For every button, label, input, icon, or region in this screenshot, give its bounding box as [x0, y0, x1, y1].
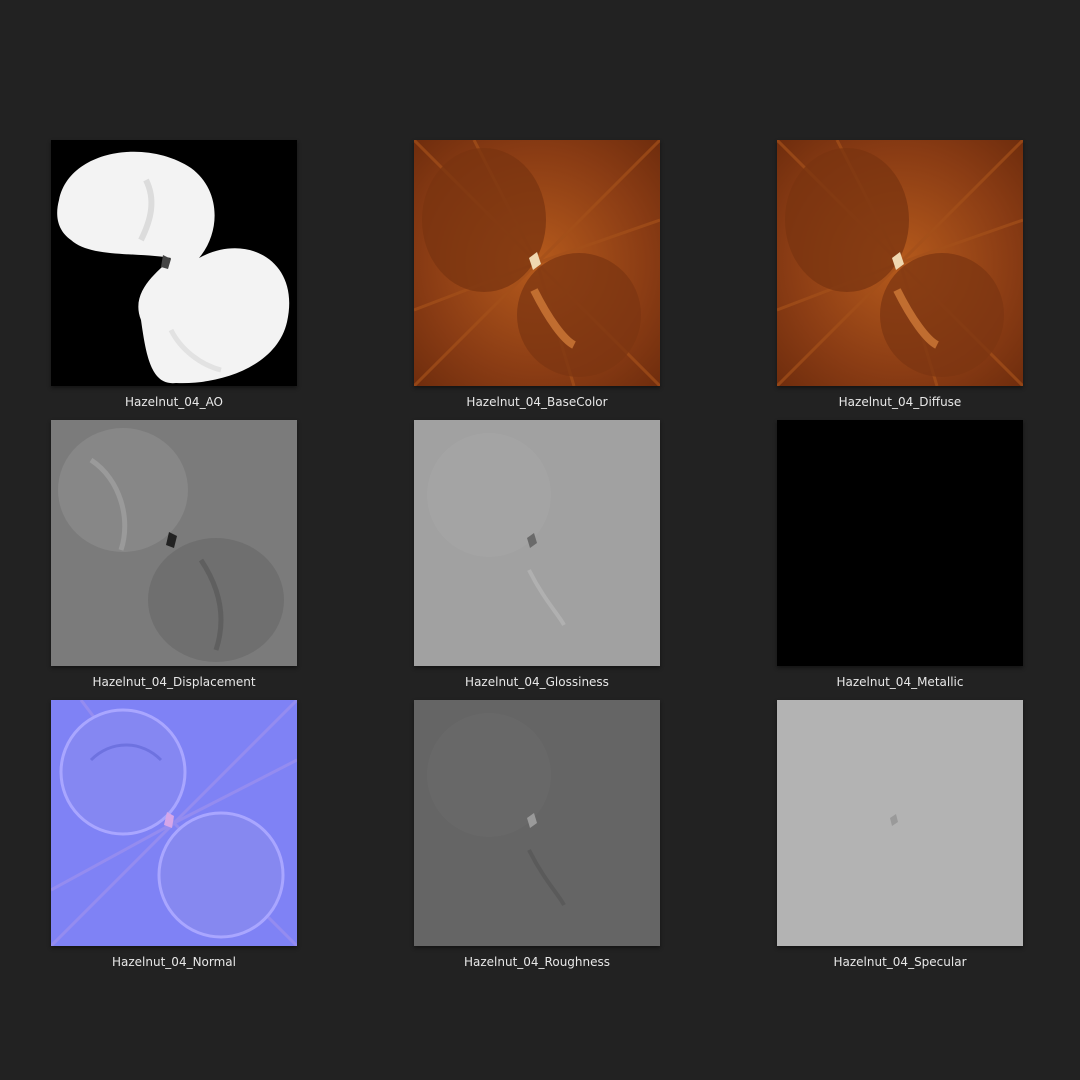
thumbnail-tile-displacement[interactable]: Hazelnut_04_Displacement — [51, 420, 297, 690]
texture-thumbnail-grid: Hazelnut_04_AO Hazelnut_04_BaseColor Haz… — [0, 0, 1080, 1080]
normal-map-thumbnail[interactable] — [51, 700, 297, 946]
thumbnail-label: Hazelnut_04_BaseColor — [466, 395, 608, 409]
thumbnail-label: Hazelnut_04_Specular — [833, 955, 967, 969]
thumbnail-tile-diffuse[interactable]: Hazelnut_04_Diffuse — [777, 140, 1023, 410]
thumbnail-label: Hazelnut_04_Roughness — [463, 955, 611, 969]
thumbnail-label: Hazelnut_04_Displacement — [92, 675, 256, 689]
thumbnail-tile-ao[interactable]: Hazelnut_04_AO — [51, 140, 297, 410]
roughness-map-thumbnail[interactable] — [414, 700, 660, 946]
thumbnail-tile-metallic[interactable]: Hazelnut_04_Metallic — [777, 420, 1023, 690]
metallic-map-thumbnail[interactable] — [777, 420, 1023, 666]
thumbnail-label: Hazelnut_04_Normal — [112, 955, 236, 969]
thumbnail-tile-basecolor[interactable]: Hazelnut_04_BaseColor — [414, 140, 660, 410]
displacement-map-thumbnail[interactable] — [51, 420, 297, 666]
ao-map-thumbnail[interactable] — [51, 140, 297, 386]
thumbnail-tile-specular[interactable]: Hazelnut_04_Specular — [777, 700, 1023, 970]
glossiness-map-thumbnail[interactable] — [414, 420, 660, 666]
thumbnail-label: Hazelnut_04_AO — [124, 395, 224, 409]
thumbnail-tile-glossiness[interactable]: Hazelnut_04_Glossiness — [414, 420, 660, 690]
thumbnail-label: Hazelnut_04_Diffuse — [838, 395, 962, 409]
thumbnail-label: Hazelnut_04_Metallic — [836, 675, 964, 689]
thumbnail-tile-roughness[interactable]: Hazelnut_04_Roughness — [414, 700, 660, 970]
thumbnail-tile-normal[interactable]: Hazelnut_04_Normal — [51, 700, 297, 970]
basecolor-map-thumbnail[interactable] — [414, 140, 660, 386]
thumbnail-label: Hazelnut_04_Glossiness — [465, 675, 609, 689]
diffuse-map-thumbnail[interactable] — [777, 140, 1023, 386]
specular-map-thumbnail[interactable] — [777, 700, 1023, 946]
